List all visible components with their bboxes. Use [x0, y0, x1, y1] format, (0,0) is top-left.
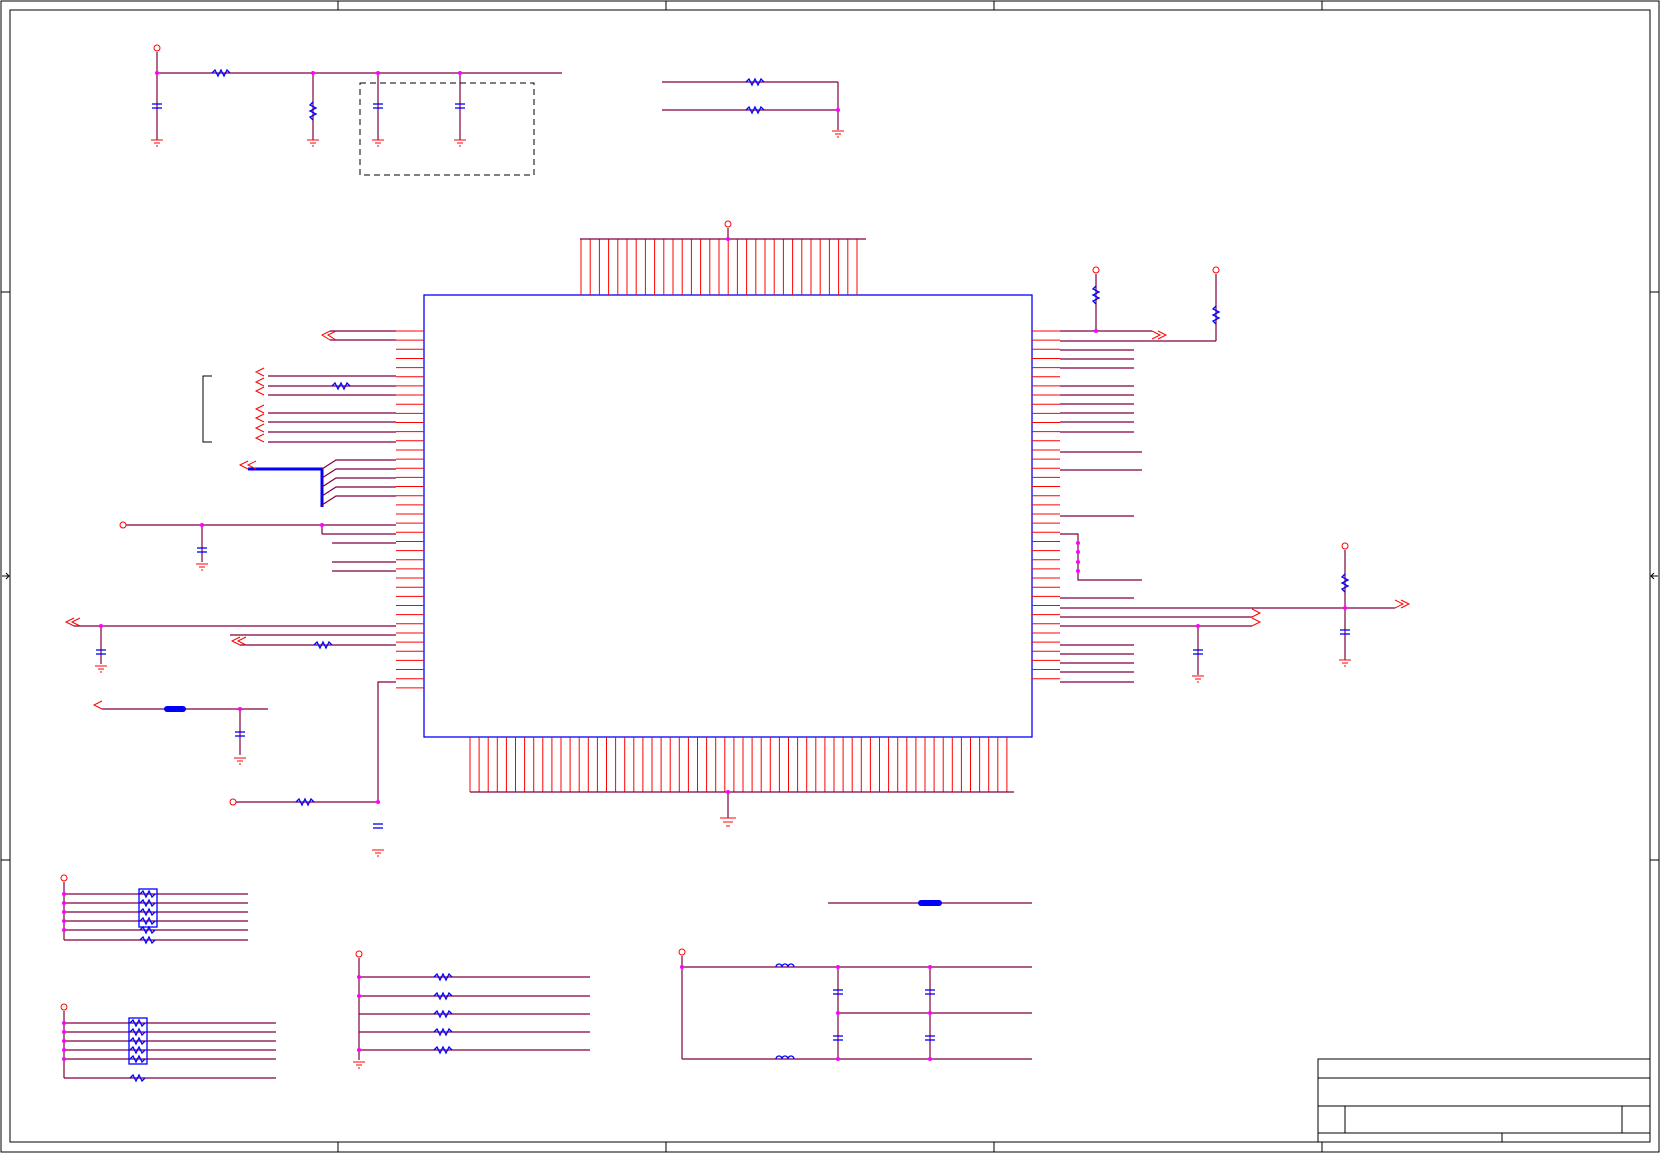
junction-dot — [62, 910, 66, 914]
junction-dot — [836, 1057, 840, 1061]
power-port-top — [724, 220, 732, 228]
junction-dot — [836, 965, 840, 969]
bottom-ground-rail — [470, 791, 1014, 827]
junction-dot — [1076, 541, 1080, 545]
resistor-network-1 — [60, 874, 248, 945]
junction-dot — [1076, 560, 1080, 564]
schematic-sheet — [0, 0, 1660, 1153]
left-nets — [64, 330, 396, 857]
junction-dot — [680, 965, 684, 969]
ic-bottom-pins — [469, 737, 1008, 792]
junction-dot — [357, 1048, 361, 1052]
ic-left-pins — [396, 330, 424, 689]
zone-ticks — [1, 1, 1659, 1152]
junction-dot — [62, 1021, 66, 1025]
junction-dot — [62, 928, 66, 932]
junction-dot — [62, 892, 66, 896]
junction-dot — [928, 1057, 932, 1061]
top-power-rail — [580, 220, 866, 240]
junction-dot — [357, 975, 361, 979]
junction-dot — [62, 901, 66, 905]
top-resistor-pair — [662, 77, 844, 138]
junction-dot — [836, 1011, 840, 1015]
resistor-group — [353, 950, 590, 1069]
junction-dot — [62, 1030, 66, 1034]
junction-dot — [320, 523, 324, 527]
junction-dot — [99, 624, 103, 628]
junction-dot — [62, 1048, 66, 1052]
junction-dot — [458, 71, 462, 75]
junction-dot — [928, 1011, 932, 1015]
junction-dot — [1094, 329, 1098, 333]
junction-dot — [836, 108, 840, 112]
junction-dot — [1343, 606, 1347, 610]
junction-dot — [1196, 624, 1200, 628]
junction-dot — [357, 994, 361, 998]
sheet-border — [0, 0, 1660, 1153]
junction-dot — [376, 800, 380, 804]
junction-dot — [311, 71, 315, 75]
junction-dot — [726, 790, 730, 794]
top-left-power-filter — [151, 44, 562, 176]
schematic-canvas — [0, 0, 1660, 1153]
title-block — [1317, 1058, 1651, 1143]
junction-dot — [928, 965, 932, 969]
junction-dot — [1076, 569, 1080, 573]
junction-dot — [376, 71, 380, 75]
junction-dots — [62, 71, 1347, 1061]
ic-top-pins — [580, 239, 858, 295]
resistor-network-2 — [60, 1003, 276, 1083]
junction-dot — [200, 523, 204, 527]
right-nets — [1060, 266, 1411, 683]
main-ic — [423, 294, 1033, 738]
junction-dot — [155, 71, 159, 75]
ground-symbol-bottom — [720, 817, 736, 827]
junction-dot — [726, 237, 730, 241]
junction-dot — [238, 707, 242, 711]
junction-dot — [62, 919, 66, 923]
ic-right-pins — [1032, 330, 1060, 680]
lc-filter — [678, 900, 1032, 1060]
junction-dot — [62, 1039, 66, 1043]
junction-dot — [62, 1057, 66, 1061]
junction-dot — [1076, 550, 1080, 554]
